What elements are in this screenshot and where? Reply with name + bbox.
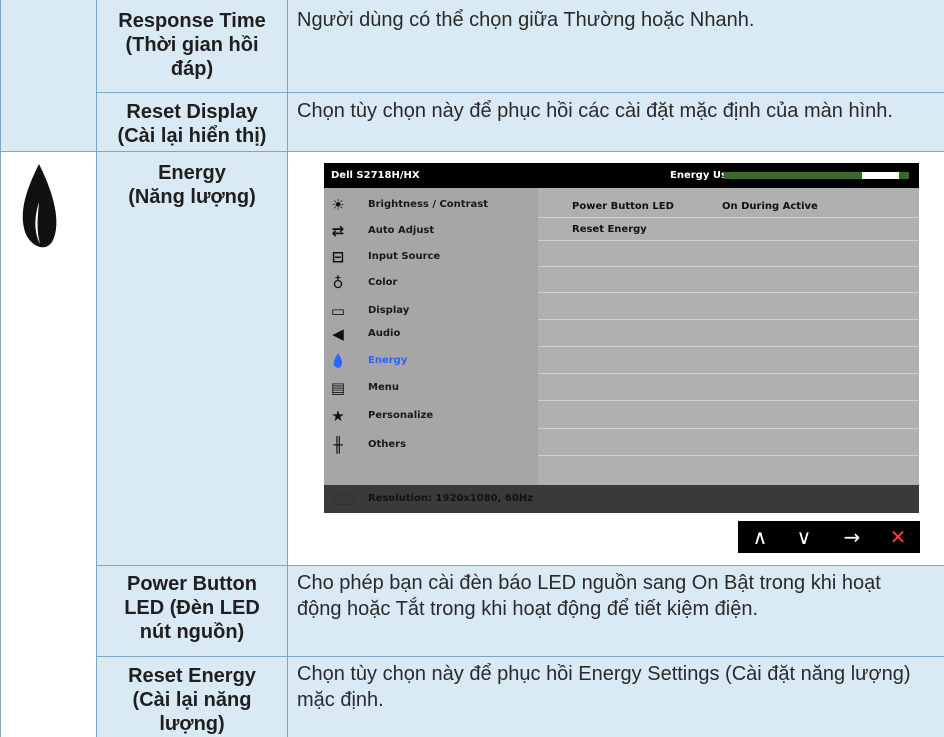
desc-response-time: Người dùng có thể chọn giữa Thường hoặc … xyxy=(297,9,755,31)
grid-line xyxy=(287,0,288,737)
grid-line xyxy=(97,565,944,566)
energy-drop-icon xyxy=(22,164,57,248)
brightness-icon: ☀ xyxy=(331,196,345,214)
menu-item-label: Personalize xyxy=(368,410,434,421)
grid-line xyxy=(0,0,1,737)
menu-item-label: Energy xyxy=(368,355,408,366)
desc-reset-display: Chọn tùy chọn này để phục hồi các cài đặ… xyxy=(297,100,893,122)
down-arrow-icon[interactable]: ∨ xyxy=(782,521,826,553)
menu-item-menu[interactable]: ▤ Menu xyxy=(324,375,538,401)
grid-line xyxy=(97,656,944,657)
menu-item-personalize[interactable]: ★ Personalize xyxy=(324,403,538,429)
label-reset-display: Reset Display (Cài lại hiển thị) xyxy=(117,101,267,147)
submenu-row-empty xyxy=(538,244,919,267)
label-response-time: Response Time (Thời gian hồi đáp) xyxy=(118,10,266,80)
submenu-row-reset-energy[interactable]: Reset Energy xyxy=(538,218,919,241)
menu-item-input-source[interactable]: ⊟ Input Source xyxy=(324,244,538,270)
menu-item-label: Brightness / Contrast xyxy=(368,199,488,210)
submenu-row-empty xyxy=(538,324,919,347)
menu-icon: ▤ xyxy=(330,379,346,397)
osd-model-name: Dell S2718H/HX xyxy=(331,170,420,181)
close-icon[interactable]: ✕ xyxy=(876,521,920,553)
energy-drop-icon xyxy=(328,352,348,370)
osd-title-bar: Dell S2718H/HX Energy Use xyxy=(324,163,919,188)
menu-item-energy[interactable]: Energy xyxy=(324,348,538,374)
up-arrow-icon[interactable]: ∧ xyxy=(738,521,782,553)
grid-line xyxy=(0,151,944,152)
energy-use-bar-remaining xyxy=(862,172,899,179)
osd-navigation-bar: ∧ ∨ → ✕ xyxy=(738,521,920,553)
menu-item-audio[interactable]: ◀ Audio xyxy=(324,321,538,347)
menu-item-label: Display xyxy=(368,305,410,316)
icon-column-top xyxy=(0,0,97,151)
submenu-row-empty xyxy=(538,433,919,456)
submenu-value: On During Active xyxy=(722,201,818,212)
star-icon: ★ xyxy=(331,407,345,425)
submenu-row-empty xyxy=(538,378,919,401)
grid-line xyxy=(97,92,944,93)
menu-item-others[interactable]: ╫ Others xyxy=(324,432,538,458)
submenu-key: Reset Energy xyxy=(572,224,647,235)
desc-power-button-led: Cho phép bạn cài đèn báo LED nguồn sang … xyxy=(297,572,881,620)
menu-item-label: Color xyxy=(368,277,398,288)
submenu-row-empty xyxy=(538,297,919,320)
menu-item-label: Menu xyxy=(368,382,399,393)
color-icon: ♁ xyxy=(332,274,344,292)
enter-arrow-icon[interactable]: → xyxy=(830,521,874,553)
submenu-row-empty xyxy=(538,270,919,293)
osd-screenshot: Dell S2718H/HX Energy Use ☀ Brightness /… xyxy=(324,163,919,513)
auto-adjust-icon: ⇄ xyxy=(331,222,345,240)
menu-item-color[interactable]: ♁ Color xyxy=(324,270,538,296)
resolution-text: Resolution: 1920x1080, 60Hz xyxy=(368,493,534,504)
label-reset-energy: Reset Energy (Cài lại năng lượng) xyxy=(128,665,256,735)
menu-item-label: Audio xyxy=(368,328,401,339)
menu-item-auto-adjust[interactable]: ⇄ Auto Adjust xyxy=(324,218,538,244)
display-icon: ▭ xyxy=(330,302,346,320)
audio-icon: ◀ xyxy=(332,325,344,343)
label-power-button-led: Power Button LED (Đèn LED nút nguồn) xyxy=(124,573,260,643)
menu-item-label: Input Source xyxy=(368,251,441,262)
submenu-key: Power Button LED xyxy=(572,201,674,212)
label-energy: Energy (Năng lượng) xyxy=(128,162,256,208)
submenu-row-empty xyxy=(538,351,919,374)
submenu-row-power-button-led[interactable]: Power Button LED On During Active xyxy=(538,195,919,218)
menu-item-label: Auto Adjust xyxy=(368,225,435,236)
desc-reset-energy: Chọn tùy chọn này để phục hồi Energy Set… xyxy=(297,663,911,711)
others-icon: ╫ xyxy=(333,436,343,454)
energy-use-bar xyxy=(724,172,909,179)
input-source-icon: ⊟ xyxy=(331,248,345,266)
menu-item-brightness-contrast[interactable]: ☀ Brightness / Contrast xyxy=(324,192,538,218)
menu-item-label: Others xyxy=(368,439,407,450)
submenu-row-empty xyxy=(538,406,919,429)
osd-status-bar: Resolution: 1920x1080, 60Hz xyxy=(324,485,919,513)
vga-connector-icon xyxy=(334,494,354,505)
